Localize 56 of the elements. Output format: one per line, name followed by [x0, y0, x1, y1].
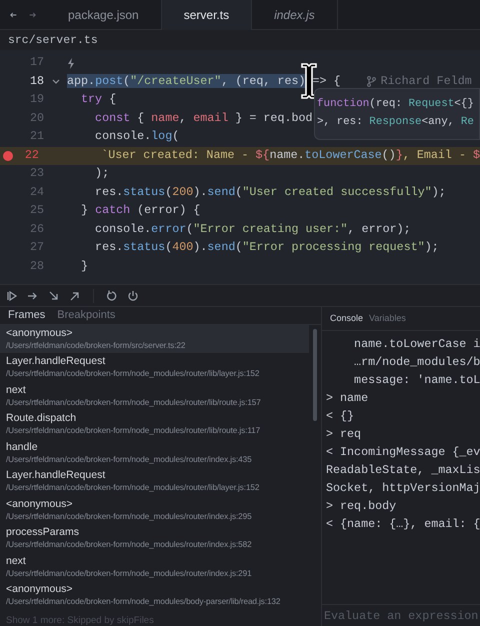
stack-frame[interactable]: Layer.handleRequest /Users/rtfeldman/code/broken-form/node_modules/router/lib/layer.js:152	[0, 467, 309, 496]
code-line: } catch (error) {	[80, 202, 200, 220]
stack-frame[interactable]: <anonymous> /Users/rtfeldman/code/broken-form/src/server.ts:22	[0, 324, 309, 353]
type-tooltip: function(req: Request<{} >, res: Response<any, Re	[314, 88, 480, 140]
code-line: app.post("/createUser", (req, res) => {	[67, 72, 341, 90]
file-path: src/server.ts	[8, 33, 98, 50]
code-line: console.log(	[94, 128, 180, 146]
code-line: `User created: Name - ${name.toLowerCase()}, Email - $	[100, 146, 480, 164]
power-icon[interactable]	[127, 290, 139, 302]
step-out-icon[interactable]	[69, 290, 81, 302]
line-number: 24	[28, 184, 44, 201]
stack-frame[interactable]: handle /Users/rtfeldman/code/broken-form/node_modules/router/index.js:435	[0, 438, 309, 467]
step-over-icon[interactable]	[27, 290, 39, 302]
stack-frame[interactable]: next /Users/rtfeldman/code/broken-form/node_modules/router/lib/route.js:157	[0, 382, 309, 410]
stack-frame[interactable]: <anonymous> /Users/rtfeldman/code/broken-form/node_modules/router/index.js:295	[0, 496, 309, 524]
console-line: > req	[326, 426, 362, 443]
stack-frame[interactable]: next /Users/rtfeldman/code/broken-form/node_modules/router/index.js:291	[0, 552, 309, 581]
stack-frame[interactable]: <anonymous> /Users/rtfeldman/code/broken-form/node_modules/body-parser/lib/read.js:132	[0, 581, 309, 610]
code-line: );	[94, 165, 110, 182]
line-number: 19	[28, 91, 44, 108]
code-line: res.status(400).send("Error processing request");	[94, 239, 439, 256]
line-number: 21	[28, 128, 44, 146]
git-branch-icon	[366, 76, 376, 88]
panel-tab[interactable]: Frames	[8, 307, 46, 324]
line-number: 28	[28, 258, 44, 275]
file-tab[interactable]: server.ts	[162, 0, 252, 30]
code-line: try {	[80, 91, 116, 108]
expression-input[interactable]: Evaluate an expression	[322, 604, 480, 626]
panel-tab[interactable]: Console	[330, 312, 364, 326]
line-number: 20	[28, 110, 44, 127]
file-tab[interactable]: index.js	[252, 0, 338, 30]
line-number: 25	[28, 202, 44, 220]
console-line: Socket, httpVersionMaj	[326, 480, 476, 497]
scrollbar-thumb[interactable]	[313, 328, 317, 420]
step-into-icon[interactable]	[48, 290, 60, 302]
code-line: console.error("Error creating user:", error);	[94, 220, 411, 238]
code-line: }	[80, 258, 88, 275]
stack-frame[interactable]: Layer.handleRequest /Users/rtfeldman/code/broken-form/node_modules/router/lib/layer.js:152	[0, 353, 309, 382]
restart-icon[interactable]	[106, 290, 118, 302]
line-number: 17	[28, 54, 44, 72]
blame-author: Richard Feldm	[380, 72, 472, 90]
line-number: 26	[28, 220, 44, 238]
code-line: const { name, email } = req.bod	[94, 110, 313, 127]
fold-chevron-icon[interactable]	[52, 78, 60, 85]
stack-frame[interactable]: Route.dispatch /Users/rtfeldman/code/broken-form/node_modules/router/lib/route.js:117	[0, 410, 309, 438]
console-line: > req.body	[326, 498, 398, 515]
lightning-icon[interactable]	[67, 58, 75, 69]
stack-frame[interactable]: processParams /Users/rtfeldman/code/broken-form/node_modules/router/index.js:582	[0, 524, 309, 552]
line-number: 27	[28, 239, 44, 256]
console-line: < {}	[326, 408, 356, 425]
line-number: 23	[28, 165, 44, 182]
console-line: > name	[326, 390, 370, 407]
line-number: 18	[28, 72, 44, 90]
line-number: 22	[24, 146, 39, 164]
code-line: res.status(200).send("User created successfully");	[94, 184, 446, 201]
continue-icon[interactable]	[6, 290, 18, 302]
